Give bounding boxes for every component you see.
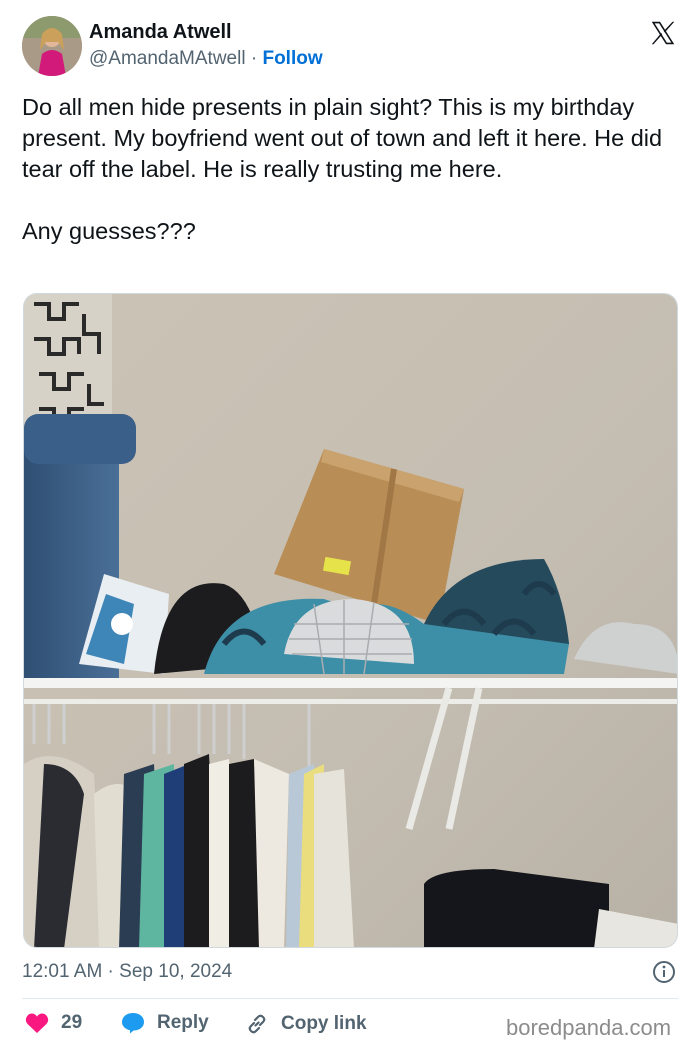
x-logo-icon[interactable] xyxy=(648,18,678,48)
info-icon[interactable] xyxy=(652,960,676,984)
copy-link-button[interactable]: Copy link xyxy=(245,1012,367,1036)
heart-icon xyxy=(25,1013,49,1033)
avatar[interactable] xyxy=(22,16,82,76)
reply-bubble-icon xyxy=(122,1013,144,1034)
reply-button[interactable]: Reply xyxy=(121,1012,209,1034)
divider xyxy=(22,998,678,999)
follow-button[interactable]: Follow xyxy=(262,48,322,69)
author-handle[interactable]: @AmandaMAtwell xyxy=(89,48,246,69)
like-count: 29 xyxy=(61,1012,83,1033)
separator-dot: · xyxy=(250,48,258,69)
watermark: boredpanda.com xyxy=(506,1015,672,1040)
tweet-photo[interactable] xyxy=(23,293,678,948)
tweet-text: Do all men hide presents in plain sight?… xyxy=(22,94,663,244)
author-name[interactable]: Amanda Atwell xyxy=(89,21,232,44)
tweet-card: Amanda Atwell @AmandaMAtwell · Follow Do… xyxy=(0,0,700,1051)
copy-link-label: Copy link xyxy=(281,1013,367,1034)
author-handle-line: @AmandaMAtwell · Follow xyxy=(89,48,323,70)
like-button[interactable]: 29 xyxy=(25,1012,82,1034)
tweet-timestamp[interactable]: 12:01 AM · Sep 10, 2024 xyxy=(22,961,232,983)
reply-label: Reply xyxy=(157,1012,209,1033)
link-icon xyxy=(248,1014,266,1034)
